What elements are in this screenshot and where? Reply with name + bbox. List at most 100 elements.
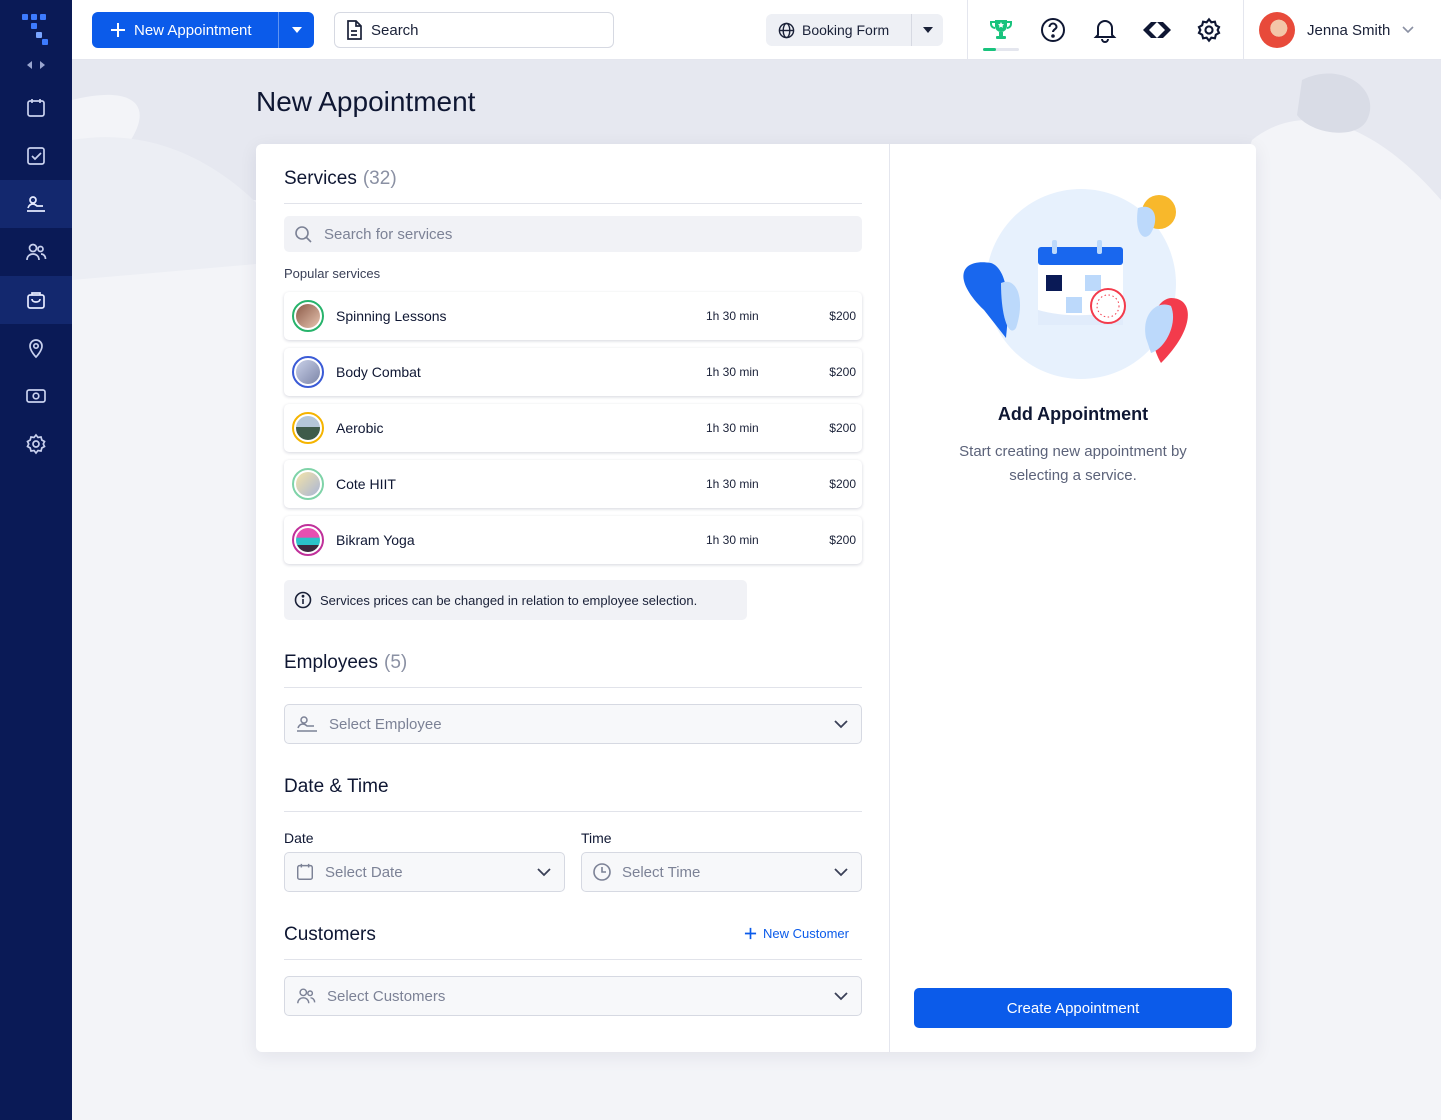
form-pane: Services (32) Search for services Popular…	[256, 144, 890, 1052]
services-heading: Services (32)	[284, 168, 397, 190]
services-title: Services	[284, 168, 357, 189]
chevron-down-icon	[1402, 26, 1414, 34]
collapse-sidebar-icon[interactable]	[24, 58, 48, 72]
notifications-button[interactable]	[1091, 16, 1119, 44]
calendar-icon	[27, 99, 45, 117]
customers-heading: Customers	[284, 924, 376, 945]
service-price: $200	[829, 533, 856, 547]
service-avatar	[292, 524, 324, 556]
settings-button[interactable]	[1195, 16, 1223, 44]
user-menu[interactable]: Jenna Smith	[1259, 12, 1414, 48]
service-avatar	[292, 468, 324, 500]
employee-select[interactable]: Select Employee	[284, 704, 862, 744]
calendar-illustration	[963, 189, 1188, 379]
help-button[interactable]	[1039, 16, 1067, 44]
location-pin-icon	[29, 339, 43, 359]
service-duration: 1h 30 min	[706, 309, 759, 323]
date-select[interactable]: Select Date	[284, 852, 565, 892]
service-price: $200	[829, 309, 856, 323]
chevron-down-icon	[834, 868, 848, 877]
clock-icon	[593, 863, 611, 881]
service-name: Body Combat	[336, 364, 421, 380]
service-duration: 1h 30 min	[706, 421, 759, 435]
shopping-bag-icon	[27, 292, 45, 309]
service-item[interactable]: Body Combat 1h 30 min $200	[284, 348, 862, 396]
divider	[284, 687, 862, 688]
app-logo-icon[interactable]	[22, 12, 52, 46]
appointment-card: Services (32) Search for services Popular…	[256, 144, 1256, 1052]
integrations-button[interactable]	[1143, 16, 1171, 44]
caret-down-icon	[922, 27, 933, 33]
employees-title: Employees	[284, 652, 378, 673]
booking-form-button[interactable]: Booking Form	[766, 14, 943, 46]
gear-icon	[26, 433, 46, 455]
nav-locations[interactable]	[0, 324, 72, 372]
users-icon	[26, 243, 47, 261]
service-search-input[interactable]: Search for services	[284, 216, 862, 252]
plus-icon	[744, 927, 757, 940]
time-label: Time	[581, 830, 612, 846]
price-note: Services prices can be changed in relati…	[284, 580, 747, 620]
nav-customers[interactable]	[0, 228, 72, 276]
top-bar: New Appointment Search Booking Form Jenn…	[72, 0, 1441, 60]
service-avatar	[292, 412, 324, 444]
money-icon	[26, 389, 46, 403]
service-name: Cote HIIT	[336, 476, 396, 492]
document-icon	[347, 20, 362, 40]
create-appointment-label: Create Appointment	[1006, 999, 1140, 1017]
info-icon	[294, 591, 312, 609]
nav-services[interactable]	[0, 276, 72, 324]
calendar-icon	[297, 863, 313, 880]
service-item[interactable]: Bikram Yoga 1h 30 min $200	[284, 516, 862, 564]
sidebar	[0, 0, 72, 1120]
nav-appointments[interactable]	[0, 132, 72, 180]
new-appointment-button[interactable]: New Appointment	[92, 12, 314, 48]
services-count: (32)	[362, 168, 397, 189]
service-price: $200	[829, 421, 856, 435]
service-item[interactable]: Cote HIIT 1h 30 min $200	[284, 460, 862, 508]
price-note-text: Services prices can be changed in relati…	[320, 592, 698, 608]
nav-employees[interactable]	[0, 180, 72, 228]
service-avatar	[292, 300, 324, 332]
service-item[interactable]: Aerobic 1h 30 min $200	[284, 404, 862, 452]
achievements-button[interactable]	[987, 16, 1015, 44]
achievement-progress-fill	[983, 48, 996, 51]
time-select-placeholder: Select Time	[622, 863, 701, 881]
time-select[interactable]: Select Time	[581, 852, 862, 892]
employees-heading: Employees (5)	[284, 652, 407, 674]
topbar-divider	[967, 0, 968, 60]
avatar	[1259, 12, 1295, 48]
service-price: $200	[829, 365, 856, 379]
nav-settings[interactable]	[0, 420, 72, 468]
service-duration: 1h 30 min	[706, 477, 759, 491]
global-search[interactable]: Search	[334, 12, 614, 48]
chevron-down-icon	[834, 720, 848, 729]
new-appointment-dropdown[interactable]	[278, 12, 314, 48]
divider	[284, 811, 862, 812]
chevron-down-icon	[537, 868, 551, 877]
employee-desk-icon	[27, 196, 45, 212]
help-icon	[1041, 18, 1065, 42]
user-name: Jenna Smith	[1307, 21, 1391, 39]
diamond-arrows-icon	[1143, 22, 1171, 38]
customers-select[interactable]: Select Customers	[284, 976, 862, 1016]
divider	[284, 203, 862, 204]
nav-calendar[interactable]	[0, 84, 72, 132]
new-customer-button[interactable]: New Customer	[744, 926, 849, 941]
booking-form-main[interactable]: Booking Form	[766, 14, 911, 46]
date-label: Date	[284, 830, 314, 846]
datetime-heading: Date & Time	[284, 776, 389, 797]
achievement-progress	[983, 48, 1019, 51]
service-name: Aerobic	[336, 420, 384, 436]
users-icon	[297, 988, 316, 1004]
nav-finance[interactable]	[0, 372, 72, 420]
create-appointment-button[interactable]: Create Appointment	[914, 988, 1232, 1028]
service-item[interactable]: Spinning Lessons 1h 30 min $200	[284, 292, 862, 340]
search-label: Search	[371, 21, 419, 39]
chevron-down-icon	[834, 992, 848, 1001]
service-duration: 1h 30 min	[706, 533, 759, 547]
new-appointment-main[interactable]: New Appointment	[92, 12, 278, 48]
plus-icon	[111, 23, 125, 37]
bell-icon	[1093, 20, 1117, 43]
booking-form-dropdown[interactable]	[911, 14, 943, 46]
